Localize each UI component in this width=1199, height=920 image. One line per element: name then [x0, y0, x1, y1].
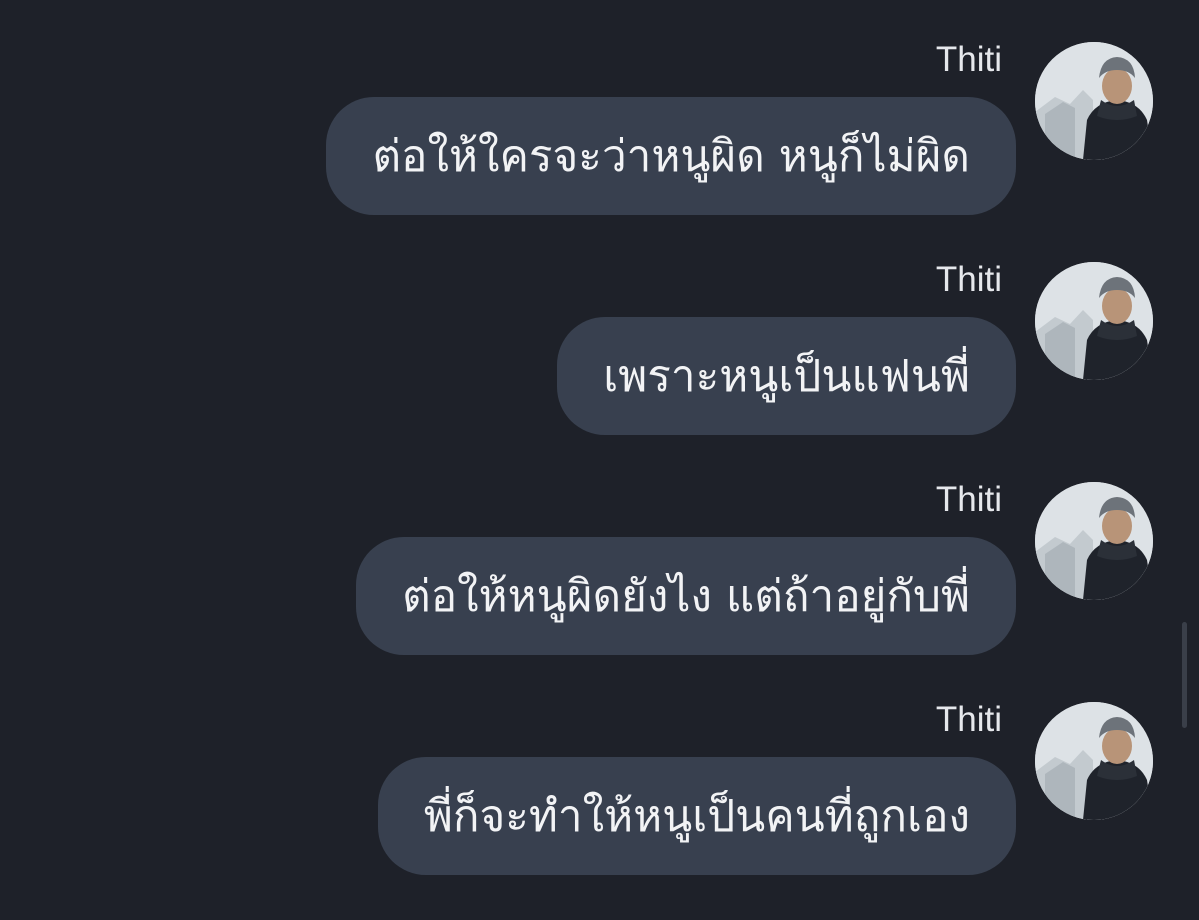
message-bubble[interactable]: ต่อให้ใครจะว่าหนูผิด หนูก็ไม่ผิด [326, 97, 1016, 215]
avatar[interactable] [1035, 482, 1153, 600]
sender-name: Thiti [935, 480, 1002, 519]
avatar-photo-icon [1035, 702, 1153, 820]
avatar[interactable] [1035, 262, 1153, 380]
avatar-photo-icon [1035, 262, 1153, 380]
avatar[interactable] [1035, 42, 1153, 160]
message-bubble[interactable]: พี่ก็จะทำให้หนูเป็นคนที่ถูกเอง [377, 757, 1016, 875]
message-bubble[interactable]: ต่อให้หนูผิดยังไง แต่ถ้าอยู่กับพี่ [356, 537, 1016, 655]
scrollbar[interactable] [1182, 622, 1187, 728]
message-row: Thiti พี่ก็จะทำให้หนูเป็นคนที่ถูกเอง [0, 700, 1199, 920]
message-row: Thiti ต่อให้ใครจะว่าหนูผิด หนูก็ไม่ผิด [0, 40, 1199, 260]
message-bubble[interactable]: เพราะหนูเป็นแฟนพี่ [557, 317, 1016, 435]
avatar-photo-icon [1035, 42, 1153, 160]
sender-name: Thiti [935, 40, 1002, 79]
avatar-photo-icon [1035, 482, 1153, 600]
sender-name: Thiti [935, 260, 1002, 299]
sender-name: Thiti [935, 700, 1002, 739]
message-row: Thiti ต่อให้หนูผิดยังไง แต่ถ้าอยู่กับพี่ [0, 480, 1199, 700]
message-row: Thiti เพราะหนูเป็นแฟนพี่ [0, 260, 1199, 480]
avatar[interactable] [1035, 702, 1153, 820]
